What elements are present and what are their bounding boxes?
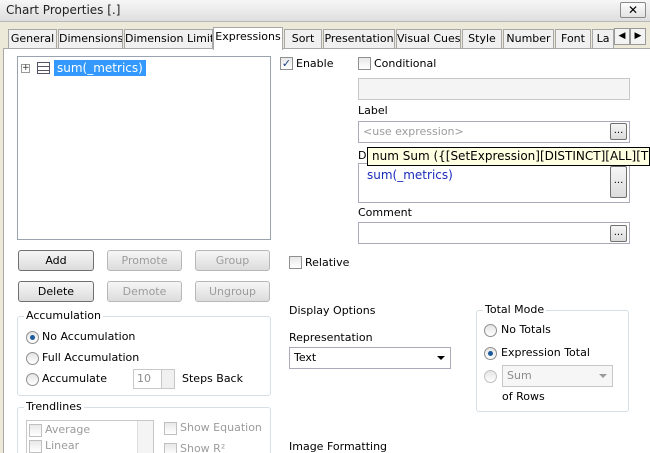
total-function-select[interactable]: Sum (502, 365, 613, 387)
label-edit-button[interactable]: ... (610, 123, 627, 140)
steps-back-label: Steps Back (182, 372, 243, 385)
label-input-placeholder: <use expression> (363, 125, 464, 138)
syntax-tooltip: num Sum ({[SetExpression][DISTINCT][ALL]… (367, 147, 650, 166)
tab-expressions[interactable]: Expressions (213, 27, 283, 50)
conditional-checkbox[interactable] (358, 57, 371, 70)
enable-checkbox[interactable]: ✓ (280, 57, 293, 70)
show-r2-checkbox[interactable] (164, 443, 177, 453)
tab-dimension-limits[interactable]: Dimension Limits (124, 29, 213, 49)
conditional-label: Conditional (374, 57, 437, 70)
tab-style[interactable]: Style (462, 29, 502, 49)
representation-select[interactable]: Text (289, 347, 451, 369)
trendline-linear-label: Linear (45, 439, 80, 452)
demote-button[interactable]: Demote (107, 281, 182, 302)
tab-general[interactable]: General (8, 29, 57, 49)
add-button[interactable]: Add (18, 250, 94, 271)
tab-number[interactable]: Number (503, 29, 554, 49)
trendlines-scrollbar[interactable] (137, 421, 153, 453)
ungroup-button[interactable]: Ungroup (195, 281, 270, 302)
total-function-value: Sum (507, 369, 532, 382)
no-accumulation-radio[interactable] (26, 331, 39, 344)
tab-dimensions[interactable]: Dimensions (58, 29, 123, 49)
conditional-field[interactable] (358, 78, 630, 100)
definition-edit-button[interactable]: ... (610, 166, 627, 198)
window-title: Chart Properties [.] (6, 3, 121, 17)
no-totals-label: No Totals (501, 323, 551, 336)
tab-visual-cues[interactable]: Visual Cues (396, 29, 461, 49)
chevron-down-icon (599, 374, 607, 378)
accumulation-title: Accumulation (24, 309, 103, 322)
total-mode-group (476, 310, 629, 412)
tab-sort[interactable]: Sort (284, 29, 322, 49)
no-totals-radio[interactable] (484, 324, 497, 337)
expression-total-label: Expression Total (501, 346, 590, 359)
group-button[interactable]: Group (195, 250, 270, 271)
image-formatting-label: Image Formatting (289, 440, 388, 453)
tab-font[interactable]: Font (555, 29, 591, 49)
tab-scroll-right-button[interactable]: ▶ (630, 28, 646, 45)
full-accumulation-label: Full Accumulation (42, 351, 140, 364)
trendlines-title: Trendlines (24, 400, 84, 413)
of-rows-label: of Rows (502, 390, 545, 403)
tab-presentation[interactable]: Presentation (323, 29, 395, 49)
trendline-average-checkbox[interactable] (29, 424, 42, 437)
accumulate-radio[interactable] (26, 373, 39, 386)
label-input[interactable]: <use expression> (358, 121, 630, 143)
definition-value: sum(_metrics) (367, 168, 453, 182)
definition-input[interactable]: sum(_metrics) (358, 163, 630, 203)
display-options-title: Display Options (289, 304, 376, 317)
expression-total-radio[interactable] (484, 347, 497, 360)
tab-strip: General Dimensions Dimension Limits Expr… (0, 27, 650, 50)
comment-input[interactable] (358, 222, 630, 244)
show-r2-label: Show R² (180, 442, 226, 453)
relative-label: Relative (305, 256, 350, 269)
definition-label: D (358, 149, 367, 162)
expression-tree[interactable] (17, 56, 271, 240)
enable-label: Enable (296, 57, 334, 70)
steps-back-stepper[interactable] (161, 369, 175, 389)
tree-item-expression[interactable]: sum(_metrics) (54, 60, 146, 76)
tab-layout[interactable]: La (592, 29, 614, 49)
expression-table-icon (37, 62, 50, 74)
close-button[interactable]: ✕ (620, 2, 646, 18)
tree-expand-icon[interactable]: + (21, 64, 30, 73)
comment-edit-button[interactable]: ... (610, 225, 627, 242)
tab-scroll-left-button[interactable]: ◀ (614, 28, 630, 45)
delete-button[interactable]: Delete (18, 281, 94, 302)
promote-button[interactable]: Promote (107, 250, 182, 271)
trendline-linear-checkbox[interactable] (29, 440, 42, 453)
total-mode-title: Total Mode (483, 303, 547, 316)
show-equation-label: Show Equation (180, 421, 262, 434)
comment-label: Comment (358, 206, 412, 219)
chevron-down-icon (437, 356, 445, 360)
steps-back-input[interactable]: 10 (133, 369, 163, 389)
full-accumulation-radio[interactable] (26, 352, 39, 365)
trendline-average-label: Average (45, 423, 91, 436)
label-field-label: Label (358, 104, 388, 117)
no-accumulation-label: No Accumulation (42, 330, 136, 343)
representation-value: Text (294, 351, 317, 364)
accumulate-label: Accumulate (42, 372, 107, 385)
representation-label: Representation (289, 331, 373, 344)
relative-checkbox[interactable] (289, 256, 302, 269)
function-total-radio[interactable] (484, 370, 497, 383)
show-equation-checkbox[interactable] (164, 422, 177, 435)
